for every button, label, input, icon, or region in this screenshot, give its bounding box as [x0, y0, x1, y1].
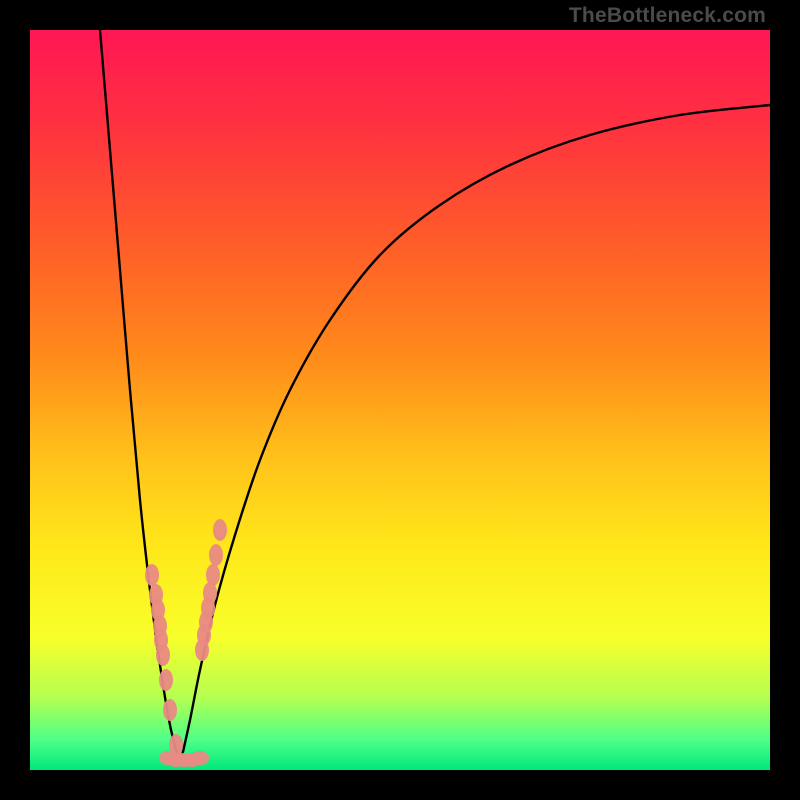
- data-marker: [191, 751, 209, 765]
- curve-right-arm: [180, 105, 770, 765]
- watermark-text: TheBottleneck.com: [569, 4, 766, 28]
- markers-bottom: [159, 751, 209, 767]
- bottleneck-curve: [30, 30, 770, 770]
- outer-frame: TheBottleneck.com: [0, 0, 800, 800]
- data-marker: [145, 564, 159, 586]
- data-marker: [163, 699, 177, 721]
- data-marker: [206, 564, 220, 586]
- data-marker: [209, 544, 223, 566]
- plot-area: [30, 30, 770, 770]
- markers-right: [195, 519, 227, 661]
- markers-left: [145, 564, 183, 756]
- data-marker: [156, 644, 170, 666]
- data-marker: [159, 669, 173, 691]
- data-marker: [213, 519, 227, 541]
